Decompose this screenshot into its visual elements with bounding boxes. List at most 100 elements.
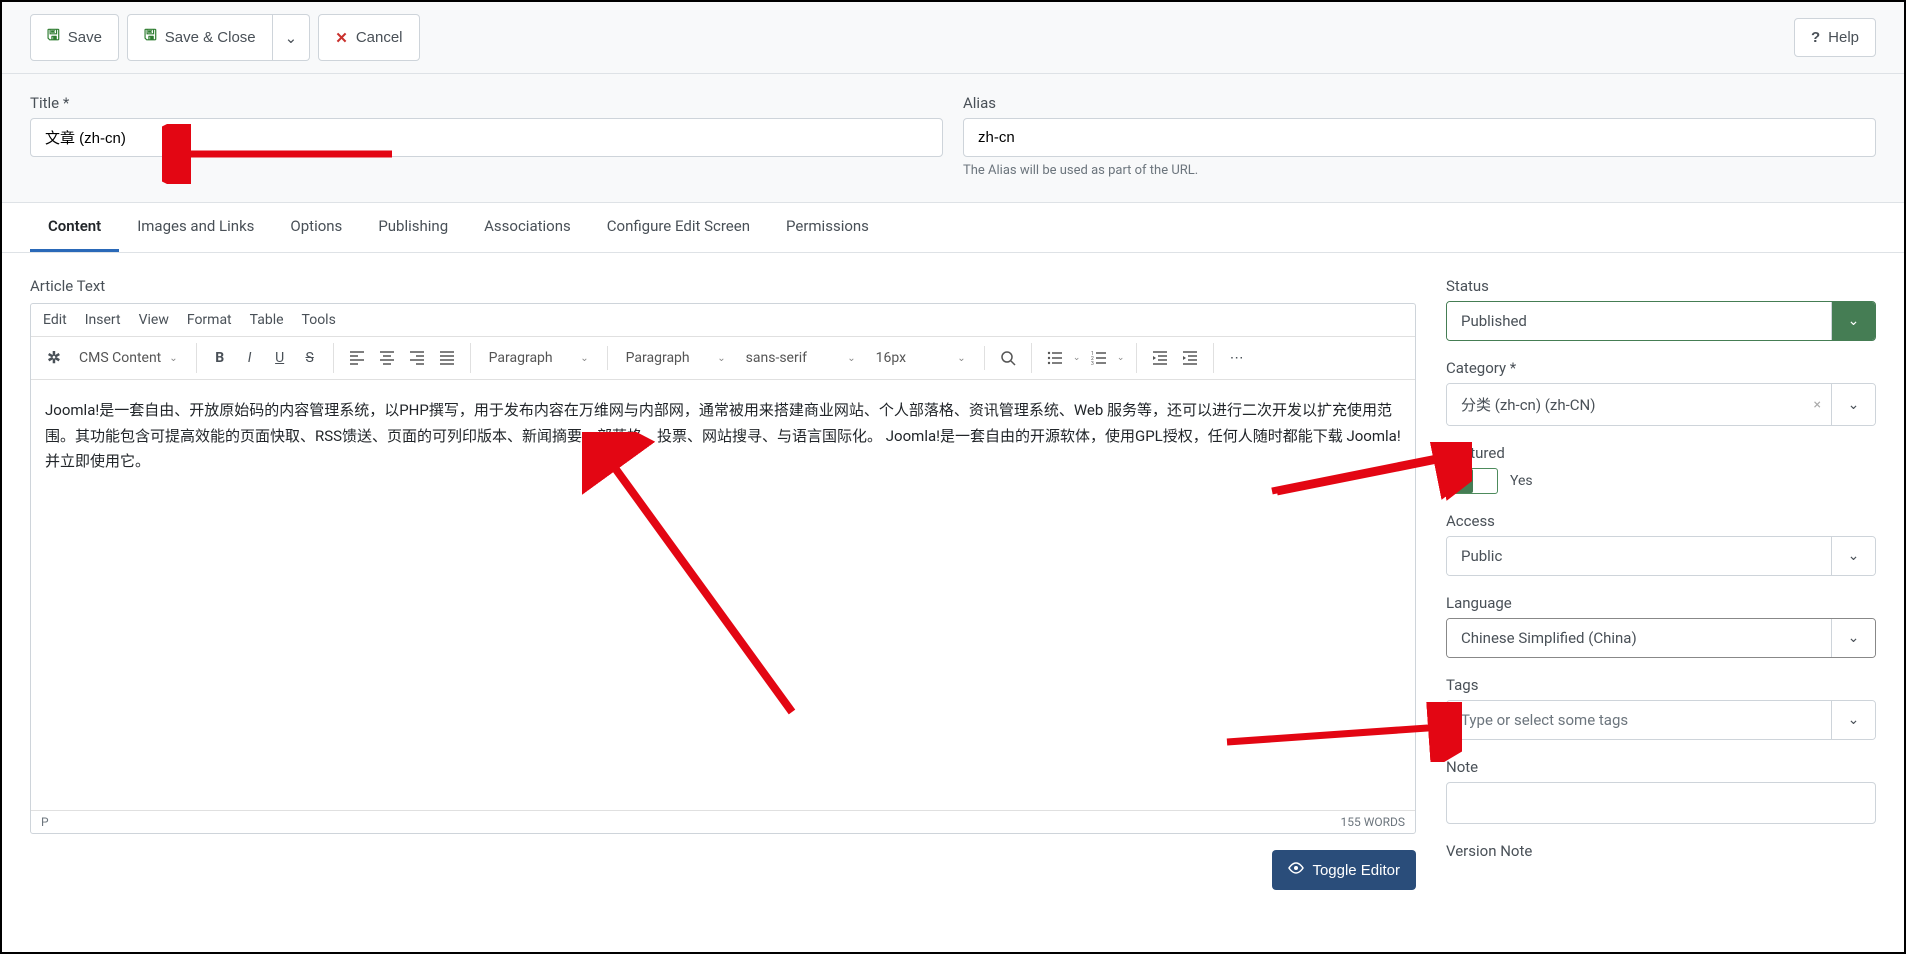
- content-area: Article Text Edit Insert View Format Tab…: [2, 253, 1904, 914]
- save-close-dropdown[interactable]: ⌄: [273, 14, 311, 61]
- help-button[interactable]: ? Help: [1794, 18, 1876, 57]
- language-value: Chinese Simplified (China): [1447, 619, 1831, 657]
- eye-icon: [1288, 860, 1304, 880]
- chevron-down-icon: ⌄: [580, 353, 588, 364]
- category-label: Category *: [1446, 359, 1876, 377]
- title-input[interactable]: [30, 118, 943, 157]
- editor-statusbar: P 155 WORDS: [31, 810, 1415, 833]
- tab-images-links[interactable]: Images and Links: [119, 203, 272, 252]
- editor-content[interactable]: Joomla!是一套自由、开放原始码的内容管理系统，以PHP撰写，用于发布内容在…: [31, 380, 1415, 810]
- featured-value: Yes: [1510, 473, 1533, 489]
- menu-table[interactable]: Table: [250, 312, 284, 328]
- chevron-down-icon: ⌄: [285, 29, 298, 47]
- search-replace-button[interactable]: [993, 343, 1023, 373]
- category-select[interactable]: 分类 (zh-cn) (zh-CN) × ⌄: [1446, 383, 1876, 426]
- tab-bar: Content Images and Links Options Publish…: [2, 203, 1904, 253]
- chevron-down-icon: ⌄: [957, 353, 965, 364]
- help-icon: ?: [1811, 29, 1820, 46]
- word-count: 155 WORDS: [1340, 815, 1405, 829]
- outdent-button[interactable]: [1145, 343, 1175, 373]
- save-close-button[interactable]: 🖫 Save & Close: [127, 14, 273, 61]
- save-close-label: Save & Close: [165, 29, 256, 46]
- svg-text:3: 3: [1091, 361, 1094, 366]
- menu-view[interactable]: View: [139, 312, 169, 328]
- status-select[interactable]: Published ⌄: [1446, 301, 1876, 341]
- number-list-dropdown[interactable]: ⌄: [1114, 343, 1128, 373]
- bullet-list-dropdown[interactable]: ⌄: [1070, 343, 1084, 373]
- version-note-field: Version Note: [1446, 842, 1876, 860]
- tags-field: Tags Type or select some tags ⌄: [1446, 676, 1876, 740]
- alias-field-group: Alias The Alias will be used as part of …: [963, 94, 1876, 178]
- save-icon: 🖫: [144, 25, 157, 50]
- menu-tools[interactable]: Tools: [302, 312, 336, 328]
- joomla-icon[interactable]: ✲: [39, 343, 69, 373]
- status-field: Status Published ⌄: [1446, 277, 1876, 341]
- cancel-button[interactable]: ✕ Cancel: [318, 14, 419, 61]
- italic-button[interactable]: I: [235, 343, 265, 373]
- title-label: Title *: [30, 94, 943, 112]
- note-field: Note: [1446, 758, 1876, 824]
- tags-placeholder: Type or select some tags: [1447, 701, 1831, 739]
- chevron-down-icon: ⌄: [847, 353, 855, 364]
- save-close-group: 🖫 Save & Close ⌄: [127, 14, 310, 61]
- toggle-editor-button[interactable]: Toggle Editor: [1272, 850, 1416, 890]
- access-label: Access: [1446, 512, 1876, 530]
- status-value: Published: [1447, 302, 1831, 340]
- featured-field: Featured Yes: [1446, 444, 1876, 494]
- font-family-select[interactable]: sans-serif⌄: [736, 346, 866, 370]
- cancel-label: Cancel: [356, 29, 403, 46]
- save-label: Save: [68, 29, 102, 46]
- align-right-button[interactable]: [402, 343, 432, 373]
- editor-toolbar: ✲ CMS Content⌄ B I U S: [31, 337, 1415, 380]
- align-justify-button[interactable]: [432, 343, 462, 373]
- tab-associations[interactable]: Associations: [466, 203, 589, 252]
- sidebar: Status Published ⌄ Category * 分类 (zh-cn)…: [1446, 277, 1876, 890]
- menu-edit[interactable]: Edit: [43, 312, 67, 328]
- help-label: Help: [1828, 29, 1859, 46]
- alias-label: Alias: [963, 94, 1876, 112]
- element-path[interactable]: P: [41, 815, 49, 829]
- version-note-label: Version Note: [1446, 842, 1876, 860]
- editor-box: Edit Insert View Format Table Tools ✲ CM…: [30, 303, 1416, 834]
- tab-publishing[interactable]: Publishing: [360, 203, 466, 252]
- tags-select[interactable]: Type or select some tags ⌄: [1446, 700, 1876, 740]
- block-format-select[interactable]: Paragraph⌄: [479, 346, 599, 370]
- menu-insert[interactable]: Insert: [85, 312, 121, 328]
- alias-input[interactable]: [963, 118, 1876, 157]
- tab-configure-edit[interactable]: Configure Edit Screen: [589, 203, 768, 252]
- chevron-down-icon: ⌄: [1831, 302, 1875, 340]
- underline-button[interactable]: U: [265, 343, 295, 373]
- editor-menubar: Edit Insert View Format Table Tools: [31, 304, 1415, 337]
- align-center-button[interactable]: [372, 343, 402, 373]
- alias-help: The Alias will be used as part of the UR…: [963, 163, 1876, 178]
- bullet-list-button[interactable]: [1040, 343, 1070, 373]
- tab-options[interactable]: Options: [272, 203, 360, 252]
- tab-permissions[interactable]: Permissions: [768, 203, 887, 252]
- style-select[interactable]: Paragraph⌄: [616, 346, 736, 370]
- menu-format[interactable]: Format: [187, 312, 232, 328]
- note-input[interactable]: [1446, 782, 1876, 824]
- number-list-button[interactable]: 123: [1084, 343, 1114, 373]
- action-toolbar: 🖫 Save 🖫 Save & Close ⌄ ✕ Cancel ? Help: [2, 2, 1904, 74]
- font-size-select[interactable]: 16px⌄: [866, 346, 976, 370]
- cms-content-dropdown[interactable]: CMS Content⌄: [69, 346, 188, 370]
- featured-toggle[interactable]: [1446, 468, 1498, 494]
- chevron-down-icon: ⌄: [169, 353, 177, 364]
- category-field: Category * 分类 (zh-cn) (zh-CN) × ⌄: [1446, 359, 1876, 426]
- bold-button[interactable]: B: [205, 343, 235, 373]
- indent-button[interactable]: [1175, 343, 1205, 373]
- clear-icon[interactable]: ×: [1814, 397, 1821, 413]
- strikethrough-button[interactable]: S: [295, 343, 325, 373]
- save-icon: 🖫: [47, 25, 60, 50]
- toggle-row: Toggle Editor: [30, 850, 1416, 890]
- save-button[interactable]: 🖫 Save: [30, 14, 119, 61]
- access-select[interactable]: Public ⌄: [1446, 536, 1876, 576]
- align-left-button[interactable]: [342, 343, 372, 373]
- chevron-down-icon: ⌄: [717, 353, 725, 364]
- language-field: Language Chinese Simplified (China) ⌄: [1446, 594, 1876, 658]
- language-label: Language: [1446, 594, 1876, 612]
- more-button[interactable]: ⋯: [1222, 343, 1252, 373]
- tab-content[interactable]: Content: [30, 203, 119, 252]
- language-select[interactable]: Chinese Simplified (China) ⌄: [1446, 618, 1876, 658]
- featured-label: Featured: [1446, 444, 1876, 462]
